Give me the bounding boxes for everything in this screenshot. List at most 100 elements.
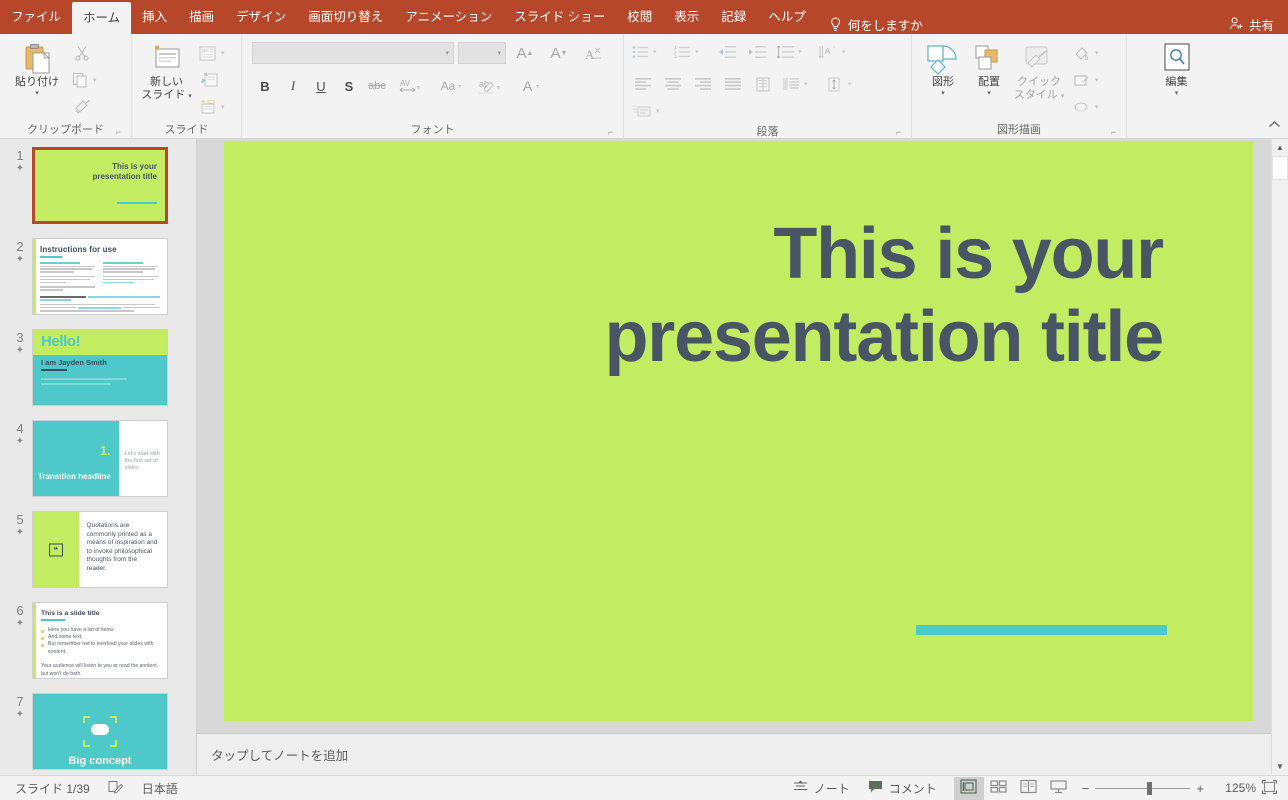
vertical-scrollbar[interactable]: ▲ ▼ bbox=[1271, 139, 1288, 775]
zoom-control[interactable]: − + bbox=[1074, 781, 1212, 796]
smartart-convert-button[interactable]: ▾ bbox=[628, 98, 670, 124]
tab-record[interactable]: 記録 bbox=[710, 0, 757, 34]
thumbnail-row-5[interactable]: 5 ✦ ❝ Quotations are commonly printed as… bbox=[0, 511, 196, 588]
justify-button[interactable] bbox=[718, 71, 748, 97]
tab-file[interactable]: ファイル bbox=[0, 0, 72, 34]
tab-transitions[interactable]: 画面切り替え bbox=[297, 0, 394, 34]
thumbnail-row-7[interactable]: 7 ✦ Big concept bbox=[0, 693, 196, 770]
drawing-dialog-launcher[interactable]: ⌐ bbox=[1111, 127, 1121, 137]
fit-to-window-button[interactable] bbox=[1256, 779, 1282, 797]
zoom-slider[interactable] bbox=[1095, 781, 1191, 795]
scrollbar-track[interactable] bbox=[1272, 156, 1288, 758]
thumbnail-slide-6[interactable]: This is a slide title Here you have a li… bbox=[32, 602, 168, 679]
comments-button[interactable]: コメント bbox=[859, 777, 946, 800]
clear-formatting-button[interactable]: A bbox=[578, 40, 608, 66]
reading-view-button[interactable] bbox=[1014, 777, 1044, 800]
share-button[interactable]: 共有 bbox=[1229, 15, 1288, 34]
current-slide[interactable]: This is your presentation title bbox=[224, 141, 1253, 721]
align-left-button[interactable] bbox=[628, 71, 658, 97]
shapes-button[interactable]: 図形 ▾ bbox=[920, 38, 966, 97]
quick-styles-button[interactable]: クイック スタイル ▾ bbox=[1012, 38, 1066, 102]
decrease-indent-button[interactable] bbox=[712, 39, 742, 65]
slide-accent-bar[interactable] bbox=[916, 625, 1167, 635]
section-button[interactable]: ▾ bbox=[196, 94, 236, 120]
scroll-down-button[interactable]: ▼ bbox=[1272, 758, 1288, 775]
collapse-ribbon-button[interactable] bbox=[1266, 120, 1282, 134]
reset-button[interactable] bbox=[196, 67, 222, 93]
character-spacing-button[interactable]: AV ▾ bbox=[392, 73, 430, 99]
notes-pane[interactable]: タップしてノートを追加 bbox=[197, 733, 1288, 775]
shape-outline-button[interactable]: ▾ bbox=[1070, 67, 1110, 93]
notes-button[interactable]: ノート bbox=[784, 777, 859, 800]
font-color-button[interactable]: A ▾ bbox=[512, 73, 550, 99]
text-shadow-button[interactable]: S bbox=[336, 73, 362, 99]
tab-view[interactable]: 表示 bbox=[663, 0, 710, 34]
shape-effects-button[interactable]: ▾ bbox=[1070, 94, 1110, 120]
scroll-up-button[interactable]: ▲ bbox=[1272, 139, 1288, 156]
columns-button[interactable] bbox=[748, 71, 778, 97]
align-text-button[interactable]: ▾ bbox=[820, 71, 862, 97]
language-indicator[interactable]: 日本語 bbox=[133, 777, 187, 800]
font-dialog-launcher[interactable]: ⌐ bbox=[608, 127, 618, 137]
slide-sorter-view-button[interactable] bbox=[984, 777, 1014, 800]
normal-view-button[interactable] bbox=[953, 776, 984, 800]
italic-button[interactable]: I bbox=[280, 73, 306, 99]
paste-button[interactable]: 貼り付け ▾ bbox=[5, 38, 69, 97]
zoom-in-button[interactable]: + bbox=[1196, 781, 1204, 796]
tab-draw[interactable]: 描画 bbox=[178, 0, 225, 34]
align-center-button[interactable] bbox=[658, 71, 688, 97]
edit-button[interactable]: 編集 ▾ bbox=[1154, 38, 1200, 97]
thumbnail-row-4[interactable]: 4 ✦ 1. Transition headline Let's start w… bbox=[0, 420, 196, 497]
tab-design[interactable]: デザイン bbox=[225, 0, 297, 34]
copy-button[interactable]: ▾ bbox=[69, 67, 109, 93]
tell-me-search[interactable]: 何をしますか bbox=[817, 15, 923, 34]
underline-button[interactable]: U bbox=[308, 73, 334, 99]
clipboard-dialog-launcher[interactable]: ⌐ bbox=[116, 127, 126, 137]
grow-font-button[interactable]: A ▲ bbox=[510, 40, 540, 66]
strikethrough-button[interactable]: abc bbox=[364, 73, 390, 99]
thumbnail-slide-4[interactable]: 1. Transition headline Let's start with … bbox=[32, 420, 168, 497]
thumbnail-slide-7[interactable]: Big concept bbox=[32, 693, 168, 770]
layout-button[interactable]: ▾ bbox=[196, 40, 236, 66]
slide-thumbnail-pane[interactable]: 1 ✦ This is your presentation title 2 ✦ … bbox=[0, 139, 197, 775]
thumbnail-slide-3[interactable]: Hello! I am Jayden Smith bbox=[32, 329, 168, 406]
zoom-slider-handle[interactable] bbox=[1147, 781, 1153, 795]
paragraph-dialog-launcher[interactable]: ⌐ bbox=[896, 127, 906, 137]
slide-counter[interactable]: スライド 1/39 bbox=[6, 777, 99, 800]
bold-button[interactable]: B bbox=[252, 73, 278, 99]
shrink-font-button[interactable]: A ▼ bbox=[544, 40, 574, 66]
shape-fill-button[interactable]: ▾ bbox=[1070, 40, 1110, 66]
cut-button[interactable] bbox=[69, 40, 95, 66]
tab-slideshow[interactable]: スライド ショー bbox=[503, 0, 616, 34]
bullets-button[interactable]: ▾ bbox=[628, 39, 670, 65]
thumbnail-slide-2[interactable]: Instructions for use bbox=[32, 238, 168, 315]
thumbnail-slide-5[interactable]: ❝ Quotations are commonly printed as a m… bbox=[32, 511, 168, 588]
align-right-button[interactable] bbox=[688, 71, 718, 97]
thumbnail-row-6[interactable]: 6 ✦ This is a slide title Here you have … bbox=[0, 602, 196, 679]
convert-smartart-button[interactable]: ▾ bbox=[778, 71, 820, 97]
format-painter-button[interactable] bbox=[69, 94, 95, 120]
scrollbar-thumb[interactable] bbox=[1272, 156, 1288, 180]
change-case-button[interactable]: Aa ▾ bbox=[432, 73, 470, 99]
line-spacing-button[interactable]: ▾ bbox=[772, 39, 814, 65]
slide-title-placeholder[interactable]: This is your presentation title bbox=[403, 213, 1165, 379]
numbering-button[interactable]: 123 ▾ bbox=[670, 39, 712, 65]
text-direction-button[interactable]: A ▾ bbox=[814, 39, 856, 65]
font-name-combobox[interactable]: ▾ bbox=[252, 42, 454, 64]
zoom-out-button[interactable]: − bbox=[1082, 781, 1090, 796]
thumbnail-row-3[interactable]: 3 ✦ Hello! I am Jayden Smith bbox=[0, 329, 196, 406]
accessibility-check-button[interactable] bbox=[99, 777, 133, 800]
slide-canvas-area[interactable]: This is your presentation title bbox=[197, 139, 1288, 733]
thumbnail-row-2[interactable]: 2 ✦ Instructions for use bbox=[0, 238, 196, 315]
font-size-combobox[interactable]: ▾ bbox=[458, 42, 506, 64]
tab-animations[interactable]: アニメーション bbox=[394, 0, 503, 34]
tab-review[interactable]: 校閲 bbox=[616, 0, 663, 34]
thumbnail-slide-1[interactable]: This is your presentation title bbox=[32, 147, 168, 224]
new-slide-button[interactable]: 新しい スライド ▾ bbox=[137, 38, 196, 102]
text-highlight-button[interactable]: ab ▾ bbox=[472, 73, 510, 99]
tab-insert[interactable]: 挿入 bbox=[131, 0, 178, 34]
thumbnail-row-1[interactable]: 1 ✦ This is your presentation title bbox=[0, 147, 196, 224]
arrange-button[interactable]: 配置 ▾ bbox=[966, 38, 1012, 97]
tab-help[interactable]: ヘルプ bbox=[757, 0, 817, 34]
increase-indent-button[interactable] bbox=[742, 39, 772, 65]
